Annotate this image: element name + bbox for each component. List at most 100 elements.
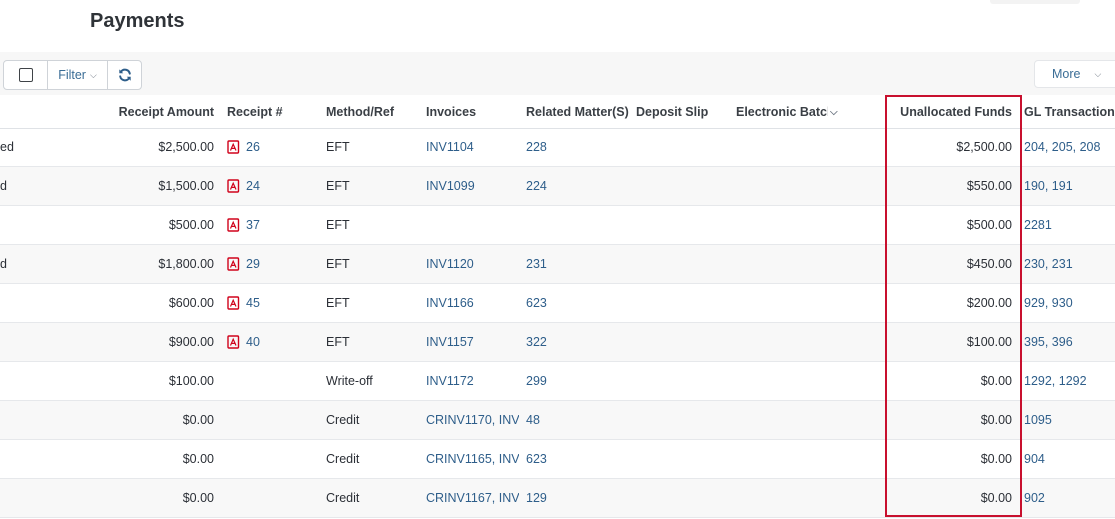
invoice-link[interactable]: INV1157 [426, 323, 519, 361]
receipt-number-link[interactable]: 37 [246, 218, 260, 232]
invoice-link[interactable] [426, 206, 519, 244]
column-header-invoices[interactable]: Invoices [426, 96, 519, 128]
receipt-amount-cell: $0.00 [182, 452, 214, 466]
receipt-number-link[interactable]: 29 [246, 257, 260, 271]
receipt-cell: 37 [227, 206, 317, 244]
receipt-amount-cell: $1,500.00 [158, 179, 214, 193]
matter-link[interactable]: 129 [526, 479, 629, 517]
matter-link[interactable]: 299 [526, 362, 629, 400]
status-cell [0, 401, 20, 439]
status-cell [0, 206, 20, 244]
table-row[interactable]: d $1,800.00 29 EFT INV1120 231 $450.00 2… [0, 245, 1115, 284]
more-button[interactable]: More ⌵ [1034, 60, 1115, 88]
payments-table-body: ed $2,500.00 26 EFT INV1104 228 $2,500.0… [0, 128, 1115, 518]
matter-link[interactable] [526, 206, 629, 244]
status-cell [0, 440, 20, 478]
invoice-link[interactable]: INV1172 [426, 362, 519, 400]
column-header-receipt-number[interactable]: Receipt # [227, 96, 317, 128]
unallocated-funds-cell: $500.00 [966, 218, 1012, 232]
table-row[interactable]: $900.00 40 EFT INV1157 322 $100.00 395, … [0, 323, 1115, 362]
matter-link[interactable]: 623 [526, 284, 629, 322]
table-row[interactable]: $600.00 45 EFT INV1166 623 $200.00 929, … [0, 284, 1115, 323]
receipt-cell [227, 440, 317, 478]
gl-transactions-link[interactable]: 230, 231 [1024, 245, 1115, 283]
table-row[interactable]: d $1,500.00 24 EFT INV1099 224 $550.00 1… [0, 167, 1115, 206]
pdf-icon[interactable] [227, 296, 240, 310]
unallocated-funds-cell: $100.00 [966, 335, 1012, 349]
gl-transactions-link[interactable]: 2281 [1024, 206, 1115, 244]
receipt-number-link[interactable]: 40 [246, 335, 260, 349]
sort-chevron-icon: ⌵ [830, 106, 838, 118]
receipt-amount-cell: $500.00 [168, 218, 214, 232]
column-header-related-matters[interactable]: Related Matter(S) [526, 96, 629, 128]
column-header-deposit-slip[interactable]: Deposit Slip [636, 96, 731, 128]
status-cell [0, 362, 20, 400]
matter-link[interactable]: 48 [526, 401, 629, 439]
receipt-amount-cell: $100.00 [168, 374, 214, 388]
matter-link[interactable]: 231 [526, 245, 629, 283]
unallocated-funds-cell: $0.00 [980, 374, 1012, 388]
invoice-link[interactable]: INV1120 [426, 245, 519, 283]
receipt-amount-cell: $600.00 [168, 296, 214, 310]
unallocated-funds-cell: $550.00 [966, 179, 1012, 193]
invoice-link[interactable]: INV1166 [426, 284, 519, 322]
filter-button[interactable]: Filter ⌵ [48, 61, 108, 89]
receipt-amount-cell: $900.00 [168, 335, 214, 349]
column-header-gl-transactions[interactable]: GL Transactions [1024, 96, 1115, 128]
method-cell: EFT [326, 179, 350, 193]
column-header-method-ref[interactable]: Method/Ref [326, 96, 418, 128]
gl-transactions-link[interactable]: 190, 191 [1024, 167, 1115, 205]
receipt-number-link[interactable]: 26 [246, 140, 260, 154]
matter-link[interactable]: 228 [526, 128, 629, 166]
invoice-link[interactable]: INV1104 [426, 128, 519, 166]
method-cell: Credit [326, 491, 360, 505]
pdf-icon[interactable] [227, 140, 240, 154]
gl-transactions-link[interactable]: 395, 396 [1024, 323, 1115, 361]
gl-transactions-link[interactable]: 1095 [1024, 401, 1115, 439]
receipt-amount-cell: $2,500.00 [158, 140, 214, 154]
column-header-receipt-amount[interactable]: Receipt Amount [100, 96, 214, 128]
gl-transactions-link[interactable]: 929, 930 [1024, 284, 1115, 322]
table-row[interactable]: $0.00 Credit CRINV1170, INV 48 $0.00 109… [0, 401, 1115, 440]
receipt-cell: 26 [227, 128, 317, 166]
select-all-checkbox[interactable] [18, 68, 33, 82]
refresh-button[interactable] [108, 61, 141, 89]
gl-transactions-link[interactable]: 1292, 1292 [1024, 362, 1115, 400]
gl-transactions-link[interactable]: 904 [1024, 440, 1115, 478]
invoice-link[interactable]: CRINV1167, INV [426, 479, 519, 517]
unallocated-funds-cell: $450.00 [966, 257, 1012, 271]
table-row[interactable]: $500.00 37 EFT $500.00 2281 [0, 206, 1115, 245]
electronic-batch-label: Electronic Batch [736, 105, 828, 119]
chevron-down-icon: ⌵ [89, 69, 97, 80]
pdf-icon[interactable] [227, 335, 240, 349]
pdf-icon[interactable] [227, 218, 240, 232]
top-edge-button[interactable] [990, 0, 1080, 4]
status-cell [0, 479, 20, 517]
receipt-number-link[interactable]: 45 [246, 296, 260, 310]
pdf-icon[interactable] [227, 257, 240, 271]
matter-link[interactable]: 322 [526, 323, 629, 361]
method-cell: Credit [326, 452, 360, 466]
gl-transactions-link[interactable]: 204, 205, 208 [1024, 128, 1115, 166]
invoice-link[interactable]: INV1099 [426, 167, 519, 205]
receipt-number-link[interactable]: 24 [246, 179, 260, 193]
receipt-amount-cell: $1,800.00 [158, 257, 214, 271]
invoice-link[interactable]: CRINV1165, INV [426, 440, 519, 478]
gl-transactions-link[interactable]: 902 [1024, 479, 1115, 517]
pdf-icon[interactable] [227, 179, 240, 193]
invoice-link[interactable]: CRINV1170, INV [426, 401, 519, 439]
matter-link[interactable]: 224 [526, 167, 629, 205]
table-row[interactable]: $0.00 Credit CRINV1165, INV 623 $0.00 90… [0, 440, 1115, 479]
column-header-electronic-batch[interactable]: Electronic Batch ⌵ [736, 96, 876, 128]
status-cell [0, 284, 20, 322]
toolbar: Filter ⌵ More ⌵ [0, 52, 1115, 95]
table-row[interactable]: $0.00 Credit CRINV1167, INV 129 $0.00 90… [0, 479, 1115, 518]
column-header-unallocated-funds[interactable]: Unallocated Funds [890, 96, 1012, 128]
unallocated-funds-cell: $0.00 [980, 452, 1012, 466]
matter-link[interactable]: 623 [526, 440, 629, 478]
table-row[interactable]: $100.00 Write-off INV1172 299 $0.00 1292… [0, 362, 1115, 401]
method-cell: EFT [326, 335, 350, 349]
receipt-amount-cell: $0.00 [182, 491, 214, 505]
table-row[interactable]: ed $2,500.00 26 EFT INV1104 228 $2,500.0… [0, 128, 1115, 167]
method-cell: EFT [326, 218, 350, 232]
